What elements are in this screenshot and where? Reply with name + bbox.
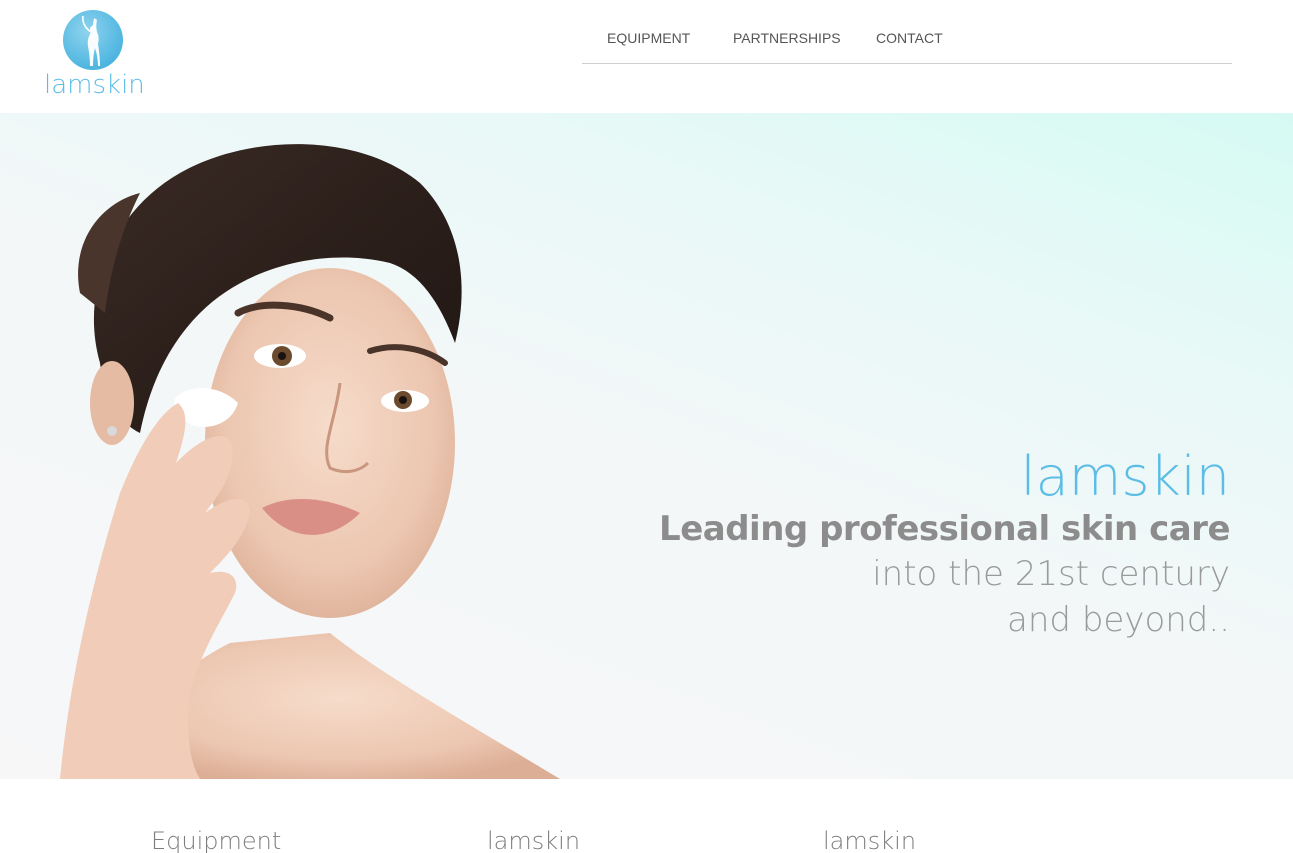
- site-logo[interactable]: lamskin: [44, 10, 145, 102]
- nav-equipment[interactable]: EQUIPMENT: [607, 30, 690, 46]
- hero-headline: Leading professional skin care: [659, 509, 1230, 549]
- section-title-lamskin-2: lamskin: [823, 827, 917, 853]
- hero-tagline: lamskin Leading professional skin care i…: [659, 447, 1230, 643]
- section-title-equipment: Equipment: [151, 827, 282, 853]
- section-title-lamskin: lamskin: [487, 827, 581, 853]
- section-columns: Equipment lamskin lamskin: [0, 779, 1293, 853]
- logo-wordmark: lamskin: [44, 70, 145, 100]
- hero-banner: lamskin Leading professional skin care i…: [0, 113, 1293, 779]
- hero-brand: lamskin: [1020, 445, 1230, 508]
- hero-line-3: and beyond..: [1007, 600, 1230, 640]
- main-navigation: EQUIPMENT PARTNERSHIPS CONTACT: [582, 0, 1232, 64]
- hero-model-image: [60, 144, 560, 779]
- nav-contact[interactable]: CONTACT: [876, 30, 943, 46]
- hero-line-2: into the 21st century: [872, 554, 1230, 594]
- site-header: lamskin EQUIPMENT PARTNERSHIPS CONTACT: [0, 0, 1293, 113]
- logo-figure-icon: [63, 10, 123, 70]
- nav-partnerships[interactable]: PARTNERSHIPS: [733, 30, 841, 46]
